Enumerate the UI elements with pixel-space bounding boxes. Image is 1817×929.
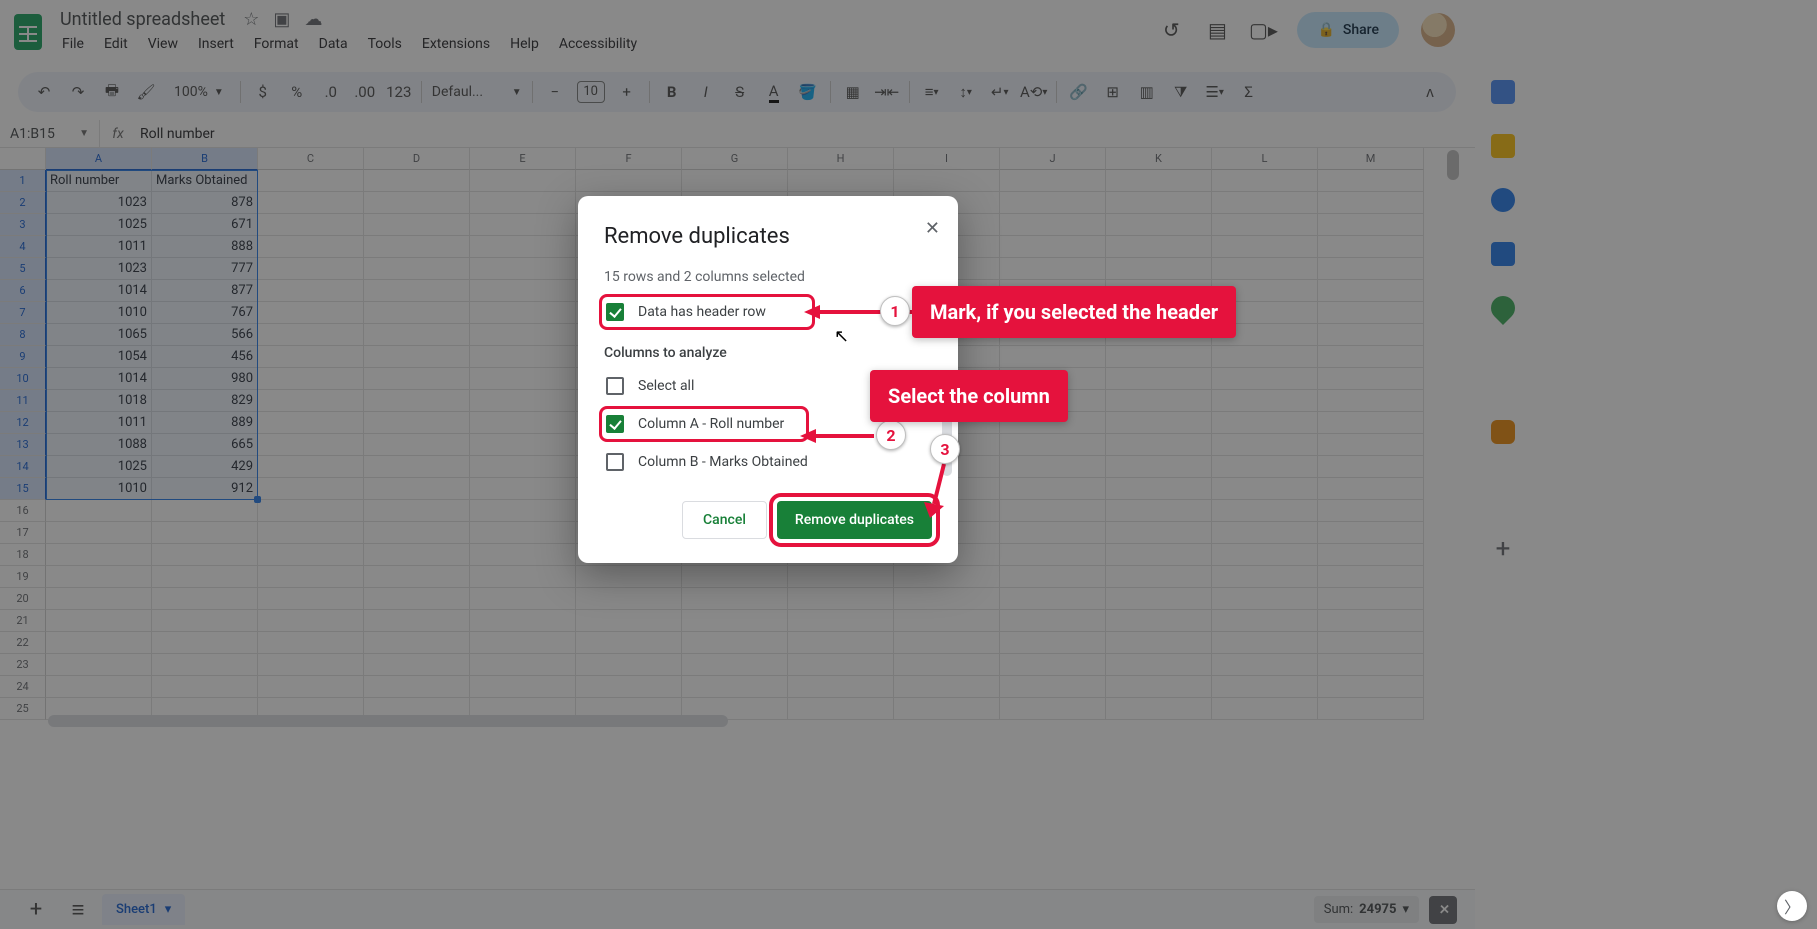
checkbox-icon[interactable] [606, 377, 624, 395]
cancel-button[interactable]: Cancel [682, 501, 767, 539]
option-label: Column A - Roll number [638, 416, 784, 432]
remove-duplicates-button[interactable]: Remove duplicates [777, 501, 932, 539]
annotation-1: Mark, if you selected the header [912, 286, 1236, 338]
columns-to-analyze-title: Columns to analyze [604, 345, 932, 361]
checkbox-icon[interactable] [606, 415, 624, 433]
close-icon[interactable]: ✕ [925, 218, 940, 239]
hide-sidepanel-icon[interactable]: 〉 [1777, 891, 1807, 921]
annotation-2: Select the column [870, 370, 1068, 422]
annotation-badge-1: 1 [880, 296, 910, 326]
column-b-option[interactable]: Column B - Marks Obtained [604, 449, 932, 475]
option-label: Column B - Marks Obtained [638, 454, 808, 470]
option-label: Select all [638, 378, 694, 394]
checkbox-icon[interactable] [606, 303, 624, 321]
header-row-label: Data has header row [638, 304, 766, 320]
column-a-option[interactable]: Column A - Roll number [604, 411, 804, 437]
annotation-badge-3: 3 [930, 434, 960, 464]
dialog-info-text: 15 rows and 2 columns selected [604, 269, 932, 285]
dialog-title: Remove duplicates [604, 224, 932, 249]
annotation-badge-2: 2 [876, 420, 906, 450]
header-row-option[interactable]: Data has header row [604, 299, 810, 325]
modal-backdrop [1475, 0, 1817, 929]
checkbox-icon[interactable] [606, 453, 624, 471]
